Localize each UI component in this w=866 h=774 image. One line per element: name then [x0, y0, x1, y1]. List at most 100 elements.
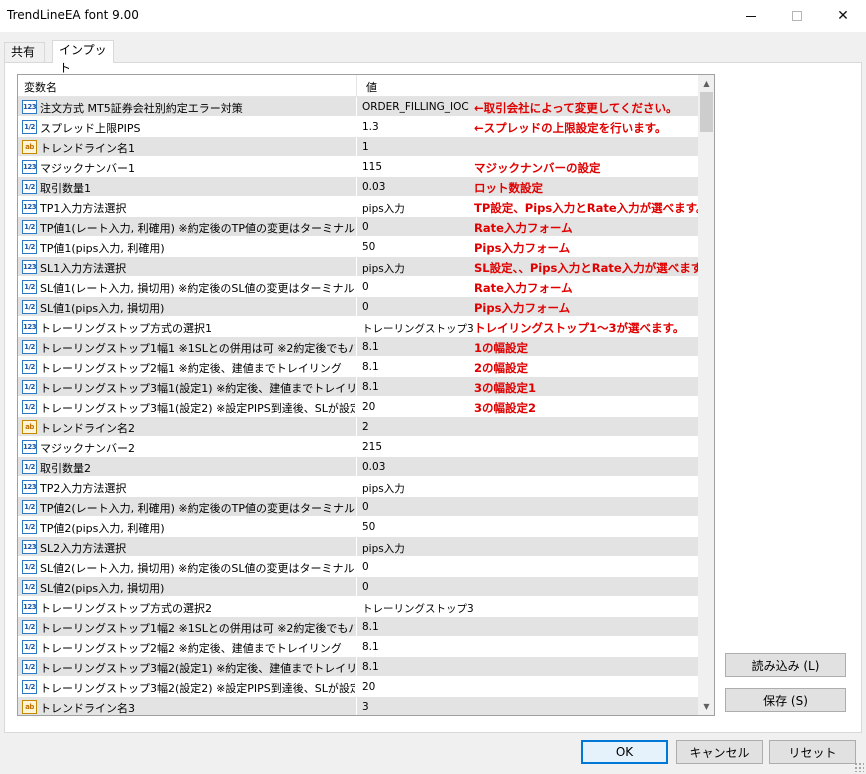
- scroll-thumb[interactable]: [700, 92, 713, 132]
- table-row[interactable]: 123 SL2入力方法選択 pips入力: [18, 537, 698, 557]
- param-value[interactable]: pips入力: [362, 201, 474, 216]
- table-row[interactable]: 1/2 トレーリングストップ3幅1(設定1) ※約定後、建値までトレイリング 8.1…: [18, 377, 698, 397]
- table-row[interactable]: 1/2 トレーリングストップ3幅2(設定2) ※設定PIPS到達後、SLが設定..…: [18, 677, 698, 697]
- param-value[interactable]: 8.1: [362, 661, 474, 673]
- param-value[interactable]: 215: [362, 441, 474, 453]
- param-value[interactable]: 0.03: [362, 461, 474, 473]
- table-row[interactable]: ab トレンドライン名1 1: [18, 137, 698, 157]
- param-name: SL値1(レート入力, 損切用) ※約定後のSL値の変更はターミナル...: [40, 282, 355, 295]
- table-row[interactable]: 1/2 トレーリングストップ3幅1(設定2) ※設定PIPS到達後、SLが設定..…: [18, 397, 698, 417]
- table-row[interactable]: 1/2 TP値2(pips入力, 利確用) 50: [18, 517, 698, 537]
- param-value[interactable]: 8.1: [362, 361, 474, 373]
- tab-common[interactable]: 共有: [4, 42, 45, 62]
- resize-grip-icon[interactable]: [854, 762, 864, 772]
- table-row[interactable]: 1/2 TP値1(レート入力, 利確用) ※約定後のTP値の変更はターミナル...…: [18, 217, 698, 237]
- param-value[interactable]: 0: [362, 581, 474, 593]
- ok-button[interactable]: OK: [581, 740, 668, 764]
- param-name: TP値2(pips入力, 利確用): [40, 522, 165, 535]
- cell-divider: [356, 217, 357, 237]
- param-name: トレンドライン名3: [40, 702, 135, 715]
- table-row[interactable]: 1/2 SL値2(pips入力, 損切用) 0: [18, 577, 698, 597]
- param-name: マジックナンバー1: [40, 162, 135, 175]
- double-icon: 1/2: [22, 660, 37, 674]
- param-value[interactable]: 0: [362, 301, 474, 313]
- param-value[interactable]: 0: [362, 221, 474, 233]
- param-value[interactable]: 50: [362, 521, 474, 533]
- double-icon: 1/2: [22, 240, 37, 254]
- table-row[interactable]: 1/2 スプレッド上限PIPS 1.3 ←スプレッドの上限設定を行います。: [18, 117, 698, 137]
- maximize-button[interactable]: [774, 0, 820, 32]
- load-button[interactable]: 読み込み (L): [725, 653, 846, 677]
- column-header-name[interactable]: 変数名: [24, 79, 57, 95]
- table-row[interactable]: 1/2 トレーリングストップ1幅2 ※1SLとの併用は可 ※2約定後でもパラ...…: [18, 617, 698, 637]
- vertical-scrollbar[interactable]: ▲ ▼: [698, 75, 714, 715]
- param-value[interactable]: トレーリングストップ3: [362, 321, 474, 336]
- table-row[interactable]: ab トレンドライン名3 3: [18, 697, 698, 715]
- column-header-value[interactable]: 値: [366, 79, 377, 95]
- param-value[interactable]: pips入力: [362, 261, 474, 276]
- param-value[interactable]: 8.1: [362, 381, 474, 393]
- param-value[interactable]: ORDER_FILLING_IOC: [362, 101, 474, 113]
- param-name: 取引数量2: [40, 462, 91, 475]
- cell-divider: [356, 237, 357, 257]
- param-value[interactable]: 8.1: [362, 341, 474, 353]
- annotation-note: Pips入力フォーム: [474, 241, 571, 255]
- param-value[interactable]: 0.03: [362, 181, 474, 193]
- table-row[interactable]: 1/2 SL値1(pips入力, 損切用) 0 Pips入力フォーム: [18, 297, 698, 317]
- table-row[interactable]: 123 注文方式 MT5証券会社別約定エラー対策 ORDER_FILLING_IOC…: [18, 97, 698, 117]
- param-value[interactable]: 2: [362, 421, 474, 433]
- table-row[interactable]: 123 TP1入力方法選択 pips入力 TP設定、Pips入力とRate入力が選べま…: [18, 197, 707, 217]
- save-button[interactable]: 保存 (S): [725, 688, 846, 712]
- table-row[interactable]: 123 マジックナンバー2 215: [18, 437, 698, 457]
- param-value[interactable]: 3: [362, 701, 474, 713]
- param-name: トレーリングストップ1幅1 ※1SLとの併用は可 ※2約定後でもパラ...: [40, 342, 355, 355]
- param-value[interactable]: pips入力: [362, 541, 474, 556]
- table-row[interactable]: 1/2 SL値2(レート入力, 損切用) ※約定後のSL値の変更はターミナル...…: [18, 557, 698, 577]
- int-icon: 123: [22, 600, 37, 614]
- close-button[interactable]: ✕: [820, 0, 866, 32]
- table-row[interactable]: 123 SL1入力方法選択 pips入力 SL設定、、Pips入力とRate入力が選べ…: [18, 257, 713, 277]
- table-row[interactable]: 123 トレーリングストップ方式の選択2 トレーリングストップ3: [18, 597, 698, 617]
- column-divider[interactable]: [356, 75, 357, 97]
- param-value[interactable]: 20: [362, 401, 474, 413]
- table-row[interactable]: 1/2 トレーリングストップ2幅2 ※約定後、建値までトレイリング 8.1: [18, 637, 698, 657]
- cell-divider: [356, 517, 357, 537]
- param-value[interactable]: トレーリングストップ3: [362, 601, 474, 616]
- param-name: SL2入力方法選択: [40, 542, 127, 555]
- table-row[interactable]: 1/2 取引数量2 0.03: [18, 457, 698, 477]
- param-value[interactable]: 0: [362, 501, 474, 513]
- cancel-button[interactable]: キャンセル: [676, 740, 763, 764]
- table-row[interactable]: 1/2 SL値1(レート入力, 損切用) ※約定後のSL値の変更はターミナル...…: [18, 277, 698, 297]
- scroll-up-arrow-icon[interactable]: ▲: [698, 75, 714, 92]
- double-icon: 1/2: [22, 620, 37, 634]
- param-value[interactable]: 8.1: [362, 641, 474, 653]
- param-value[interactable]: 0: [362, 561, 474, 573]
- table-row[interactable]: 1/2 トレーリングストップ3幅2(設定1) ※約定後、建値までトレイリング 8.1: [18, 657, 698, 677]
- table-row[interactable]: 1/2 取引数量1 0.03 ロット数設定: [18, 177, 698, 197]
- table-row[interactable]: 1/2 トレーリングストップ2幅1 ※約定後、建値までトレイリング 8.1 2の幅設定: [18, 357, 698, 377]
- param-name: スプレッド上限PIPS: [40, 122, 141, 135]
- double-icon: 1/2: [22, 340, 37, 354]
- table-row[interactable]: 1/2 トレーリングストップ1幅1 ※1SLとの併用は可 ※2約定後でもパラ...…: [18, 337, 698, 357]
- table-row[interactable]: 1/2 TP値2(レート入力, 利確用) ※約定後のTP値の変更はターミナル...…: [18, 497, 698, 517]
- table-row[interactable]: 1/2 TP値1(pips入力, 利確用) 50 Pips入力フォーム: [18, 237, 698, 257]
- tab-inputs[interactable]: インプット: [52, 40, 114, 75]
- table-row[interactable]: 123 トレーリングストップ方式の選択1 トレーリングストップ3 トレイリングストップ…: [18, 317, 698, 337]
- reset-button[interactable]: リセット: [769, 740, 856, 764]
- param-value[interactable]: 1.3: [362, 121, 474, 133]
- table-row[interactable]: ab トレンドライン名2 2: [18, 417, 698, 437]
- table-row[interactable]: 123 マジックナンバー1 115 マジックナンバーの設定: [18, 157, 698, 177]
- table-row[interactable]: 123 TP2入力方法選択 pips入力: [18, 477, 698, 497]
- param-value[interactable]: 0: [362, 281, 474, 293]
- param-value[interactable]: 20: [362, 681, 474, 693]
- param-value[interactable]: 50: [362, 241, 474, 253]
- cell-divider: [356, 137, 357, 157]
- param-value[interactable]: 1: [362, 141, 474, 153]
- param-value[interactable]: pips入力: [362, 481, 474, 496]
- param-value[interactable]: 8.1: [362, 621, 474, 633]
- param-value[interactable]: 115: [362, 161, 474, 173]
- annotation-note: 1の幅設定: [474, 341, 529, 355]
- scroll-down-arrow-icon[interactable]: ▼: [698, 698, 714, 715]
- minimize-button[interactable]: [728, 0, 774, 32]
- param-name: マジックナンバー2: [40, 442, 135, 455]
